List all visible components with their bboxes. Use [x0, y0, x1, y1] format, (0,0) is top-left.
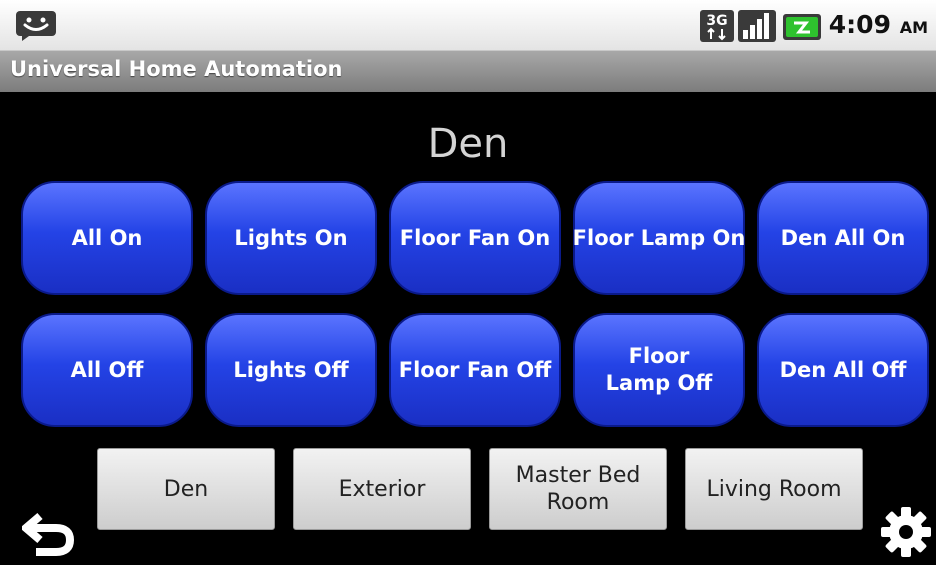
- battery-charging-icon: [783, 14, 821, 40]
- clock-time: 4:09: [828, 10, 891, 39]
- app-title: Universal Home Automation: [10, 57, 343, 81]
- all-off-button[interactable]: All Off: [21, 313, 193, 427]
- floor-lamp-off-button[interactable]: Floor Lamp Off: [573, 313, 745, 427]
- signal-icon: [738, 10, 776, 42]
- room-living-room-button[interactable]: Living Room: [685, 448, 863, 530]
- floor-lamp-on-button[interactable]: Floor Lamp On: [573, 181, 745, 295]
- title-bar: Universal Home Automation: [0, 50, 936, 92]
- notification-chat-icon[interactable]: [14, 10, 58, 42]
- clock: 4:09 AM: [829, 8, 928, 45]
- floor-fan-on-button[interactable]: Floor Fan On: [389, 181, 561, 295]
- den-all-off-button[interactable]: Den All Off: [757, 313, 929, 427]
- back-icon[interactable]: [22, 508, 76, 556]
- all-on-button[interactable]: All On: [21, 181, 193, 295]
- lights-off-button[interactable]: Lights Off: [205, 313, 377, 427]
- status-bar: 3G 4:09 AM: [0, 0, 936, 50]
- clock-ampm: AM: [899, 18, 928, 37]
- settings-icon[interactable]: [880, 506, 932, 558]
- network-badge: 3G: [706, 13, 727, 29]
- network-3g-icon: 3G: [700, 10, 734, 42]
- lights-on-button[interactable]: Lights On: [205, 181, 377, 295]
- floor-fan-off-button[interactable]: Floor Fan Off: [389, 313, 561, 427]
- room-title: Den: [427, 121, 509, 167]
- den-all-on-button[interactable]: Den All On: [757, 181, 929, 295]
- room-exterior-button[interactable]: Exterior: [293, 448, 471, 530]
- room-den-button[interactable]: Den: [97, 448, 275, 530]
- room-master-bed-room-button[interactable]: Master Bed Room: [489, 448, 667, 530]
